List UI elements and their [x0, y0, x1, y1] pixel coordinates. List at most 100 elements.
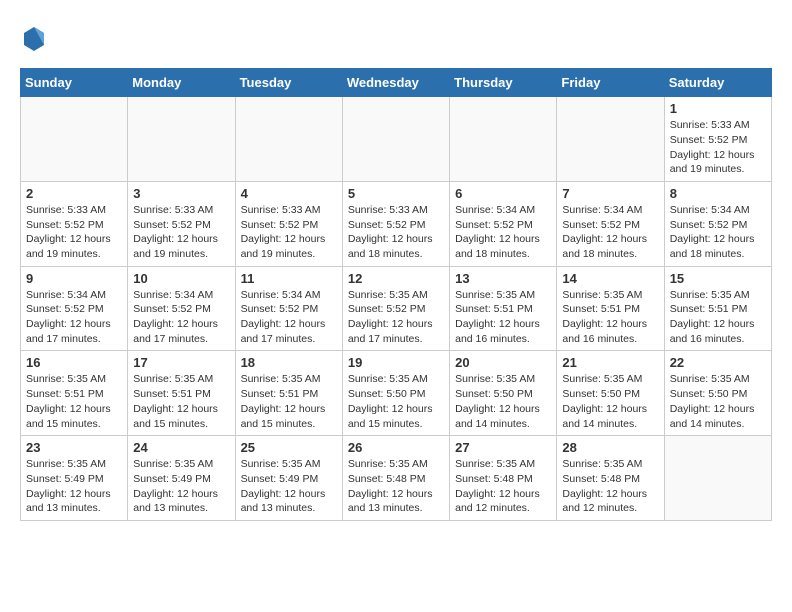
- day-info: Sunrise: 5:35 AM Sunset: 5:52 PM Dayligh…: [348, 288, 444, 347]
- header-tuesday: Tuesday: [235, 69, 342, 97]
- calendar-cell: 13Sunrise: 5:35 AM Sunset: 5:51 PM Dayli…: [450, 266, 557, 351]
- day-info: Sunrise: 5:33 AM Sunset: 5:52 PM Dayligh…: [241, 203, 337, 262]
- calendar-cell: [342, 97, 449, 182]
- calendar-week-row: 2 Sunrise: 5:33 AM Sunset: 5:52 PM Daylig…: [21, 181, 772, 266]
- day-number: 19: [348, 355, 444, 370]
- calendar-cell: 26 Sunrise: 5:35 AM Sunset: 5:48 PM Dayli…: [342, 436, 449, 521]
- day-number: 15: [670, 271, 766, 286]
- day-info: Sunrise: 5:35 AM Sunset: 5:48 PM Dayligh…: [455, 457, 551, 516]
- calendar-cell: 2Sunrise: 5:33 AM Sunset: 5:52 PM Daylig…: [21, 181, 128, 266]
- calendar-cell: 16 Sunrise: 5:35 AM Sunset: 5:51 PM Dayli…: [21, 351, 128, 436]
- day-info: Sunrise: 5:35 AM Sunset: 5:51 PM Dayligh…: [241, 372, 337, 431]
- day-number: 8: [670, 186, 766, 201]
- calendar-cell: 17 Sunrise: 5:35 AM Sunset: 5:51 PM Dayli…: [128, 351, 235, 436]
- day-number: 16: [26, 355, 122, 370]
- day-info: Sunrise: 5:35 AM Sunset: 5:49 PM Dayligh…: [26, 457, 122, 516]
- day-info: Sunrise: 5:33 AM Sunset: 5:52 PM Dayligh…: [348, 203, 444, 262]
- day-number: 7: [562, 186, 658, 201]
- calendar-cell: 18 Sunrise: 5:35 AM Sunset: 5:51 PM Dayli…: [235, 351, 342, 436]
- day-info: Sunrise: 5:35 AM Sunset: 5:50 PM Dayligh…: [562, 372, 658, 431]
- header-monday: Monday: [128, 69, 235, 97]
- calendar-cell: [664, 436, 771, 521]
- day-number: 9: [26, 271, 122, 286]
- day-number: 27: [455, 440, 551, 455]
- header-thursday: Thursday: [450, 69, 557, 97]
- calendar-cell: 28 Sunrise: 5:35 AM Sunset: 5:48 PM Dayli…: [557, 436, 664, 521]
- day-number: 10: [133, 271, 229, 286]
- day-info: Sunrise: 5:34 AM Sunset: 5:52 PM Dayligh…: [133, 288, 229, 347]
- calendar-cell: 12 Sunrise: 5:35 AM Sunset: 5:52 PM Dayli…: [342, 266, 449, 351]
- day-info: Sunrise: 5:34 AM Sunset: 5:52 PM Dayligh…: [670, 203, 766, 262]
- calendar-cell: [21, 97, 128, 182]
- calendar-week-row: 9 Sunrise: 5:34 AM Sunset: 5:52 PM Daylig…: [21, 266, 772, 351]
- day-number: 24: [133, 440, 229, 455]
- day-number: 12: [348, 271, 444, 286]
- day-number: 23: [26, 440, 122, 455]
- calendar-cell: 1 Sunrise: 5:33 AM Sunset: 5:52 PM Daylig…: [664, 97, 771, 182]
- day-info: Sunrise: 5:33 AM Sunset: 5:52 PM Dayligh…: [133, 203, 229, 262]
- day-number: 18: [241, 355, 337, 370]
- day-info: Sunrise: 5:35 AM Sunset: 5:49 PM Dayligh…: [133, 457, 229, 516]
- header-saturday: Saturday: [664, 69, 771, 97]
- day-info: Sunrise: 5:35 AM Sunset: 5:48 PM Dayligh…: [562, 457, 658, 516]
- day-info: Sunrise: 5:34 AM Sunset: 5:52 PM Dayligh…: [241, 288, 337, 347]
- day-number: 11: [241, 271, 337, 286]
- day-info: Sunrise: 5:35 AM Sunset: 5:50 PM Dayligh…: [455, 372, 551, 431]
- page-header: [20, 20, 772, 58]
- day-info: Sunrise: 5:35 AM Sunset: 5:48 PM Dayligh…: [348, 457, 444, 516]
- logo: [20, 25, 46, 58]
- day-number: 4: [241, 186, 337, 201]
- calendar-cell: 25 Sunrise: 5:35 AM Sunset: 5:49 PM Dayli…: [235, 436, 342, 521]
- calendar-week-row: 16 Sunrise: 5:35 AM Sunset: 5:51 PM Dayli…: [21, 351, 772, 436]
- calendar-cell: [128, 97, 235, 182]
- header-sunday: Sunday: [21, 69, 128, 97]
- calendar-cell: 27 Sunrise: 5:35 AM Sunset: 5:48 PM Dayli…: [450, 436, 557, 521]
- weekday-header-row: Sunday Monday Tuesday Wednesday Thursday…: [21, 69, 772, 97]
- calendar-cell: 15Sunrise: 5:35 AM Sunset: 5:51 PM Dayli…: [664, 266, 771, 351]
- day-info: Sunrise: 5:35 AM Sunset: 5:51 PM Dayligh…: [26, 372, 122, 431]
- day-info: Sunrise: 5:35 AM Sunset: 5:50 PM Dayligh…: [670, 372, 766, 431]
- calendar-table: Sunday Monday Tuesday Wednesday Thursday…: [20, 68, 772, 521]
- day-number: 20: [455, 355, 551, 370]
- calendar-cell: 5 Sunrise: 5:33 AM Sunset: 5:52 PM Daylig…: [342, 181, 449, 266]
- header-wednesday: Wednesday: [342, 69, 449, 97]
- day-info: Sunrise: 5:34 AM Sunset: 5:52 PM Dayligh…: [26, 288, 122, 347]
- day-number: 17: [133, 355, 229, 370]
- calendar-cell: 11 Sunrise: 5:34 AM Sunset: 5:52 PM Dayli…: [235, 266, 342, 351]
- calendar-cell: 24 Sunrise: 5:35 AM Sunset: 5:49 PM Dayli…: [128, 436, 235, 521]
- day-number: 28: [562, 440, 658, 455]
- day-number: 2: [26, 186, 122, 201]
- day-info: Sunrise: 5:33 AM Sunset: 5:52 PM Dayligh…: [670, 118, 766, 177]
- day-number: 14: [562, 271, 658, 286]
- day-info: Sunrise: 5:35 AM Sunset: 5:49 PM Dayligh…: [241, 457, 337, 516]
- calendar-cell: 23 Sunrise: 5:35 AM Sunset: 5:49 PM Dayli…: [21, 436, 128, 521]
- header-friday: Friday: [557, 69, 664, 97]
- calendar-cell: 19 Sunrise: 5:35 AM Sunset: 5:50 PM Dayli…: [342, 351, 449, 436]
- calendar-cell: 21 Sunrise: 5:35 AM Sunset: 5:50 PM Dayli…: [557, 351, 664, 436]
- calendar-cell: 20 Sunrise: 5:35 AM Sunset: 5:50 PM Dayli…: [450, 351, 557, 436]
- day-number: 5: [348, 186, 444, 201]
- logo-icon: [22, 25, 46, 53]
- calendar-cell: 7Sunrise: 5:34 AM Sunset: 5:52 PM Daylig…: [557, 181, 664, 266]
- calendar-cell: 22 Sunrise: 5:35 AM Sunset: 5:50 PM Dayli…: [664, 351, 771, 436]
- calendar-cell: 3 Sunrise: 5:33 AM Sunset: 5:52 PM Daylig…: [128, 181, 235, 266]
- day-number: 22: [670, 355, 766, 370]
- day-number: 26: [348, 440, 444, 455]
- day-number: 25: [241, 440, 337, 455]
- day-number: 1: [670, 101, 766, 116]
- calendar-week-row: 23 Sunrise: 5:35 AM Sunset: 5:49 PM Dayli…: [21, 436, 772, 521]
- calendar-cell: 4 Sunrise: 5:33 AM Sunset: 5:52 PM Daylig…: [235, 181, 342, 266]
- calendar-cell: [235, 97, 342, 182]
- day-info: Sunrise: 5:34 AM Sunset: 5:52 PM Dayligh…: [455, 203, 551, 262]
- day-number: 3: [133, 186, 229, 201]
- calendar-cell: 14Sunrise: 5:35 AM Sunset: 5:51 PM Dayli…: [557, 266, 664, 351]
- day-number: 6: [455, 186, 551, 201]
- calendar-week-row: 1 Sunrise: 5:33 AM Sunset: 5:52 PM Daylig…: [21, 97, 772, 182]
- day-info: Sunrise: 5:35 AM Sunset: 5:51 PM Dayligh…: [133, 372, 229, 431]
- calendar-cell: [450, 97, 557, 182]
- calendar-cell: [557, 97, 664, 182]
- calendar-cell: 10 Sunrise: 5:34 AM Sunset: 5:52 PM Dayli…: [128, 266, 235, 351]
- calendar-cell: 9 Sunrise: 5:34 AM Sunset: 5:52 PM Daylig…: [21, 266, 128, 351]
- day-info: Sunrise: 5:35 AM Sunset: 5:50 PM Dayligh…: [348, 372, 444, 431]
- day-number: 21: [562, 355, 658, 370]
